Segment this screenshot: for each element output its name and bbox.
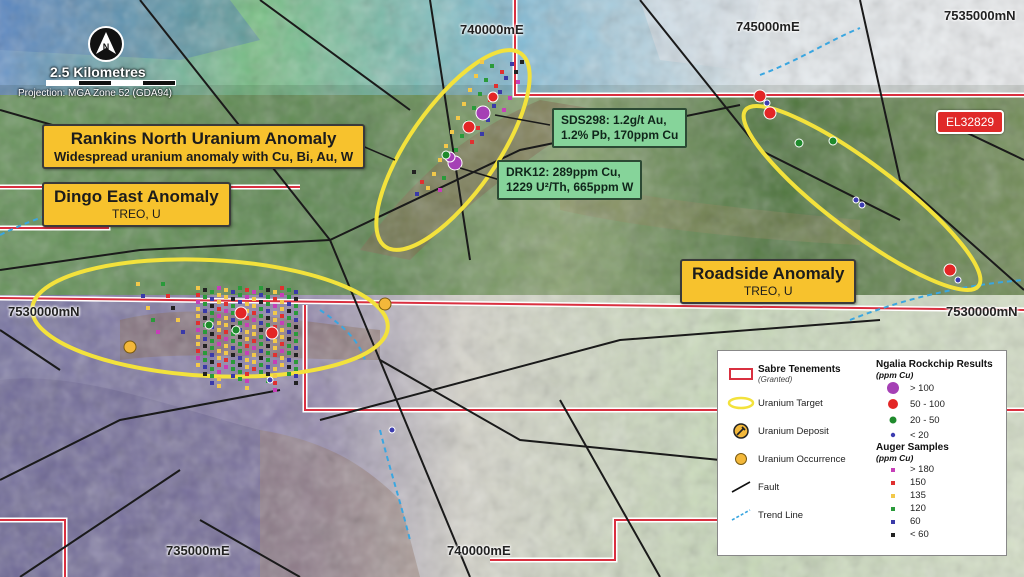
legend-fault-label: Fault [758, 481, 780, 493]
roadside-title: Roadside Anomaly [692, 264, 845, 283]
roadside-subtitle: TREO, U [743, 284, 793, 298]
grid-label-740mE-top: 740000mE [460, 22, 524, 37]
grid-label-745mE-top: 745000mE [736, 19, 800, 34]
north-letter: N [103, 42, 110, 52]
scale-label: 2.5 Kilometres [50, 64, 146, 80]
legend-rock-20-50-label: 20 - 50 [910, 414, 940, 426]
legend-auger-150: 150 [876, 476, 1002, 489]
legend-trend-line-label: Trend Line [758, 509, 804, 521]
grid-label-7530mN-left: 7530000mN [8, 304, 80, 319]
legend-auger-135-label: 135 [910, 490, 926, 501]
legend-auger-60-label: 60 [910, 516, 921, 527]
geology-map: 740000mE 745000mE 7535000mN 7530000mN 75… [0, 0, 1024, 577]
sds298-line1: SDS298: 1.2g/t Au, [561, 113, 667, 127]
legend-rock-gt100: > 100 [876, 380, 1002, 396]
legend-uranium-deposit-label: Uranium Deposit [758, 425, 829, 437]
grid-label-740mE-bottom: 740000mE [447, 543, 511, 558]
drk12-result: DRK12: 289ppm Cu, 1229 U²/Th, 665ppm W [497, 160, 643, 200]
legend-rock-gt100-label: > 100 [910, 382, 935, 394]
legend-auger-gt180: > 180 [876, 463, 1002, 476]
sds298-result: SDS298: 1.2g/t Au, 1.2% Pb, 170ppm Cu [552, 108, 688, 148]
legend-rock-50-100: 50 - 100 [876, 396, 1002, 412]
legend-tenements-note: (Granted) [758, 375, 793, 384]
rankins-north-subtitle: Widespread uranium anomaly with Cu, Bi, … [54, 149, 354, 164]
legend-uranium-target: Uranium Target [724, 389, 872, 417]
legend-uranium-occurrence: Uranium Occurrence [724, 445, 872, 473]
legend-auger-60: 60 [876, 515, 1002, 528]
legend-auger-lt60-label: < 60 [910, 529, 929, 540]
legend-auger-title: Auger Samples [876, 442, 949, 453]
grid-label-7535mN: 7535000mN [944, 8, 1016, 23]
drk12-line2: 1229 U²/Th, 665ppm W [506, 180, 634, 194]
dingo-east-subtitle: TREO, U [112, 207, 161, 221]
scale-bar-block: 2.5 Kilometres Projection: MGA Zone 52 (… [18, 64, 176, 99]
north-arrow-icon: N [88, 26, 124, 62]
legend-rockchip-unit: (ppm Cu) [876, 370, 914, 380]
tenement-tag: EL32829 [936, 110, 1005, 134]
legend-rock-lt20: < 20 [876, 428, 1002, 442]
legend-auger-120-label: 120 [910, 503, 926, 514]
legend-auger-lt60: < 60 [876, 528, 1002, 541]
legend-rockchip-title: Ngalia Rockchip Results [876, 359, 993, 370]
legend-auger-120: 120 [876, 502, 1002, 515]
legend-auger-gt180-label: > 180 [910, 464, 935, 475]
roadside-callout: Roadside Anomaly TREO, U [680, 259, 857, 304]
legend-uranium-deposit: Uranium Deposit [724, 417, 872, 445]
legend-fault: Fault [724, 473, 872, 501]
legend-rock-50-100-label: 50 - 100 [910, 398, 945, 410]
dingo-east-title: Dingo East Anomaly [54, 187, 219, 206]
grid-label-735mE-bottom: 735000mE [166, 543, 230, 558]
legend-auger-135: 135 [876, 489, 1002, 502]
legend-tenements-label: Sabre Tenements [758, 364, 841, 375]
scale-bar [46, 80, 176, 86]
projection-note: Projection: MGA Zone 52 (GDA94) [18, 88, 172, 99]
legend-trend-line: Trend Line [724, 501, 872, 529]
legend-tenements: Sabre Tenements (Granted) [724, 359, 872, 389]
legend-uranium-occurrence-label: Uranium Occurrence [758, 453, 846, 465]
map-legend: Sabre Tenements (Granted) Uranium Target… [717, 350, 1007, 556]
legend-uranium-target-label: Uranium Target [758, 397, 823, 409]
sds298-line2: 1.2% Pb, 170ppm Cu [561, 128, 679, 142]
dingo-east-callout: Dingo East Anomaly TREO, U [42, 182, 231, 227]
uranium-deposit-icon [733, 423, 749, 439]
grid-label-7530mN-right: 7530000mN [946, 304, 1018, 319]
rankins-north-callout: Rankins North Uranium Anomaly Widespread… [42, 124, 366, 169]
legend-auger-150-label: 150 [910, 477, 926, 488]
rankins-north-title: Rankins North Uranium Anomaly [70, 129, 337, 148]
legend-auger-unit: (ppm Cu) [876, 453, 914, 463]
legend-rock-20-50: 20 - 50 [876, 412, 1002, 428]
drk12-line1: DRK12: 289ppm Cu, [506, 165, 621, 179]
legend-rock-lt20-label: < 20 [910, 429, 929, 441]
